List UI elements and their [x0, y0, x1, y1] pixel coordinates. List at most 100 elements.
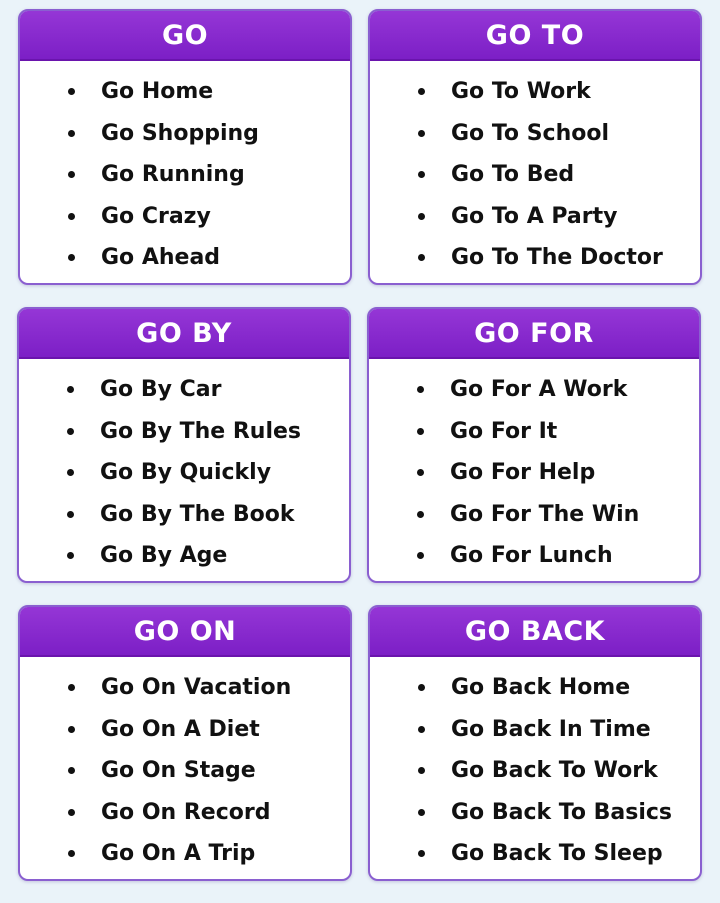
phrase-list: Go Home Go Shopping Go Running Go Crazy … — [20, 61, 350, 279]
card-title: GO — [161, 19, 209, 51]
card-go-on: GO ON Go On Vacation Go On A Diet Go On … — [18, 605, 352, 881]
list-item: Go Home — [68, 71, 350, 113]
list-item: Go Back To Basics — [418, 792, 700, 834]
bullet-icon — [417, 386, 424, 394]
card-header: GO BY — [19, 309, 349, 359]
card-title: GO ON — [133, 615, 237, 647]
phrase-text: Go To The Doctor — [451, 245, 663, 271]
phrase-text: Go For The Win — [450, 501, 640, 527]
phrase-text: Go Shopping — [101, 120, 259, 146]
bullet-icon — [417, 552, 424, 560]
list-item: Go By Car — [67, 369, 349, 411]
card-header: GO BACK — [370, 607, 700, 657]
list-item: Go To Bed — [418, 154, 700, 196]
phrase-text: Go Back To Work — [451, 758, 658, 784]
phrase-text: Go On Record — [101, 799, 271, 825]
phrase-text: Go For It — [450, 418, 558, 444]
bullet-icon — [417, 427, 424, 435]
bullet-icon — [418, 129, 425, 137]
list-item: Go On A Trip — [68, 833, 350, 875]
phrase-text: Go By Age — [100, 543, 228, 569]
phrase-text: Go On Stage — [101, 758, 256, 784]
phrase-list: Go For A Work Go For It Go For Help Go F… — [369, 359, 699, 577]
list-item: Go On Record — [68, 792, 350, 834]
card-go-by: GO BY Go By Car Go By The Rules Go By Qu… — [17, 307, 351, 583]
phrase-text: Go Crazy — [101, 203, 211, 229]
bullet-icon — [418, 212, 425, 220]
list-item: Go By The Rules — [67, 411, 349, 453]
list-item: Go For A Work — [417, 369, 699, 411]
phrase-text: Go For Help — [450, 460, 596, 486]
card-title: GO BY — [136, 317, 232, 349]
phrase-list: Go To Work Go To School Go To Bed Go To … — [370, 61, 700, 279]
list-item: Go For Help — [417, 452, 699, 494]
phrase-text: Go On A Trip — [101, 841, 256, 867]
phrase-text: Go Back To Sleep — [451, 841, 663, 867]
phrase-text: Go For Lunch — [450, 543, 613, 569]
bullet-icon — [418, 88, 425, 96]
bullet-icon — [418, 254, 425, 262]
phrase-text: Go Home — [101, 79, 214, 105]
phrase-text: Go Back Home — [451, 675, 631, 701]
phrase-list: Go On Vacation Go On A Diet Go On Stage … — [20, 657, 350, 875]
list-item: Go Back To Work — [418, 750, 700, 792]
phrase-text: Go By The Book — [100, 501, 295, 527]
phrase-text: Go Running — [101, 162, 245, 188]
card-title: GO BACK — [464, 615, 606, 647]
phrase-text: Go On A Diet — [101, 716, 260, 742]
list-item: Go Shopping — [68, 113, 350, 155]
bullet-icon — [418, 684, 425, 692]
list-item: Go On A Diet — [68, 709, 350, 751]
bullet-icon — [68, 129, 75, 137]
phrase-text: Go To Bed — [451, 162, 575, 188]
list-item: Go On Stage — [68, 750, 350, 792]
card-header: GO — [20, 11, 350, 61]
list-item: Go Back Home — [418, 667, 700, 709]
bullet-icon — [68, 725, 75, 733]
phrase-text: Go Ahead — [101, 245, 221, 271]
bullet-icon — [68, 254, 75, 262]
phrase-text: Go By Car — [100, 377, 222, 403]
card-header: GO FOR — [369, 309, 699, 359]
card-header: GO ON — [20, 607, 350, 657]
phrase-list: Go Back Home Go Back In Time Go Back To … — [370, 657, 700, 875]
list-item: Go For Lunch — [417, 535, 699, 577]
list-item: Go To Work — [418, 71, 700, 113]
list-item: Go On Vacation — [68, 667, 350, 709]
list-item: Go Back In Time — [418, 709, 700, 751]
bullet-icon — [68, 767, 75, 775]
bullet-icon — [68, 171, 75, 179]
list-item: Go Back To Sleep — [418, 833, 700, 875]
list-item: Go Running — [68, 154, 350, 196]
bullet-icon — [418, 725, 425, 733]
bullet-icon — [67, 427, 74, 435]
phrase-text: Go By The Rules — [100, 418, 302, 444]
bullet-icon — [418, 767, 425, 775]
bullet-icon — [67, 510, 74, 518]
bullet-icon — [68, 684, 75, 692]
phrase-text: Go To Work — [451, 79, 591, 105]
list-item: Go To The Doctor — [418, 237, 700, 279]
phrase-text: Go For A Work — [450, 377, 628, 403]
bullet-icon — [417, 510, 424, 518]
phrase-list: Go By Car Go By The Rules Go By Quickly … — [19, 359, 349, 577]
list-item: Go To A Party — [418, 196, 700, 238]
list-item: Go By The Book — [67, 494, 349, 536]
bullet-icon — [68, 850, 75, 858]
card-title: GO FOR — [474, 317, 594, 349]
phrase-text: Go On Vacation — [101, 675, 292, 701]
phrase-text: Go Back To Basics — [451, 799, 673, 825]
card-title: GO TO — [485, 19, 585, 51]
bullet-icon — [68, 212, 75, 220]
list-item: Go For The Win — [417, 494, 699, 536]
card-header: GO TO — [370, 11, 700, 61]
bullet-icon — [67, 469, 74, 477]
card-go-to: GO TO Go To Work Go To School Go To Bed … — [368, 9, 702, 285]
bullet-icon — [67, 552, 74, 560]
card-go: GO Go Home Go Shopping Go Running Go Cra… — [18, 9, 352, 285]
bullet-icon — [68, 88, 75, 96]
list-item: Go Crazy — [68, 196, 350, 238]
list-item: Go Ahead — [68, 237, 350, 279]
bullet-icon — [67, 386, 74, 394]
bullet-icon — [418, 850, 425, 858]
